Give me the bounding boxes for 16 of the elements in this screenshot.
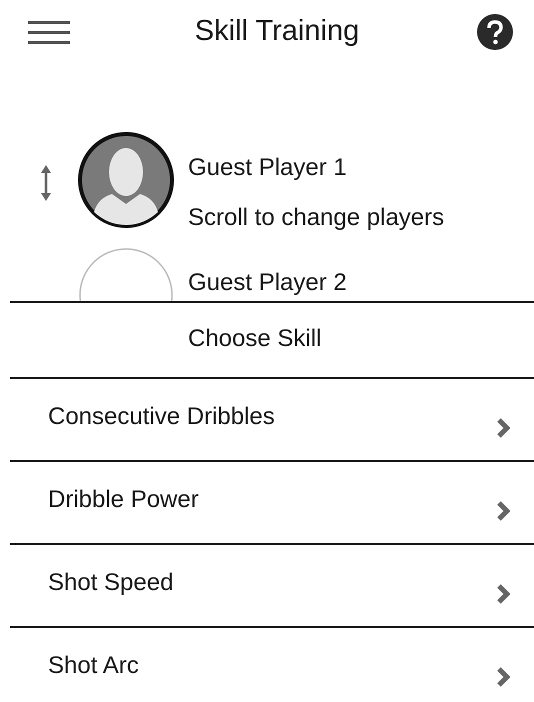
screen-title: Skill Training xyxy=(194,14,360,50)
skill-list-item[interactable]: Consecutive Dribbles xyxy=(10,379,534,462)
section-title: Choose Skill xyxy=(187,324,322,354)
skill-list-item[interactable]: Shot Speed xyxy=(10,545,534,628)
skill-list-item[interactable]: Shot Arc xyxy=(10,628,534,702)
help-icon[interactable] xyxy=(476,13,514,51)
scroll-hint: Scroll to change players xyxy=(188,204,444,232)
chevron-right-icon xyxy=(496,666,510,688)
menu-icon[interactable] xyxy=(28,20,70,44)
player-name[interactable]: Guest Player 2 xyxy=(188,269,347,297)
player-name[interactable]: Guest Player 1 xyxy=(188,154,444,182)
chevron-right-icon xyxy=(496,417,510,439)
chevron-right-icon xyxy=(496,583,510,605)
skill-list-item[interactable]: Dribble Power xyxy=(10,462,534,545)
chevron-right-icon xyxy=(496,500,510,522)
up-down-arrow-icon xyxy=(40,164,52,202)
